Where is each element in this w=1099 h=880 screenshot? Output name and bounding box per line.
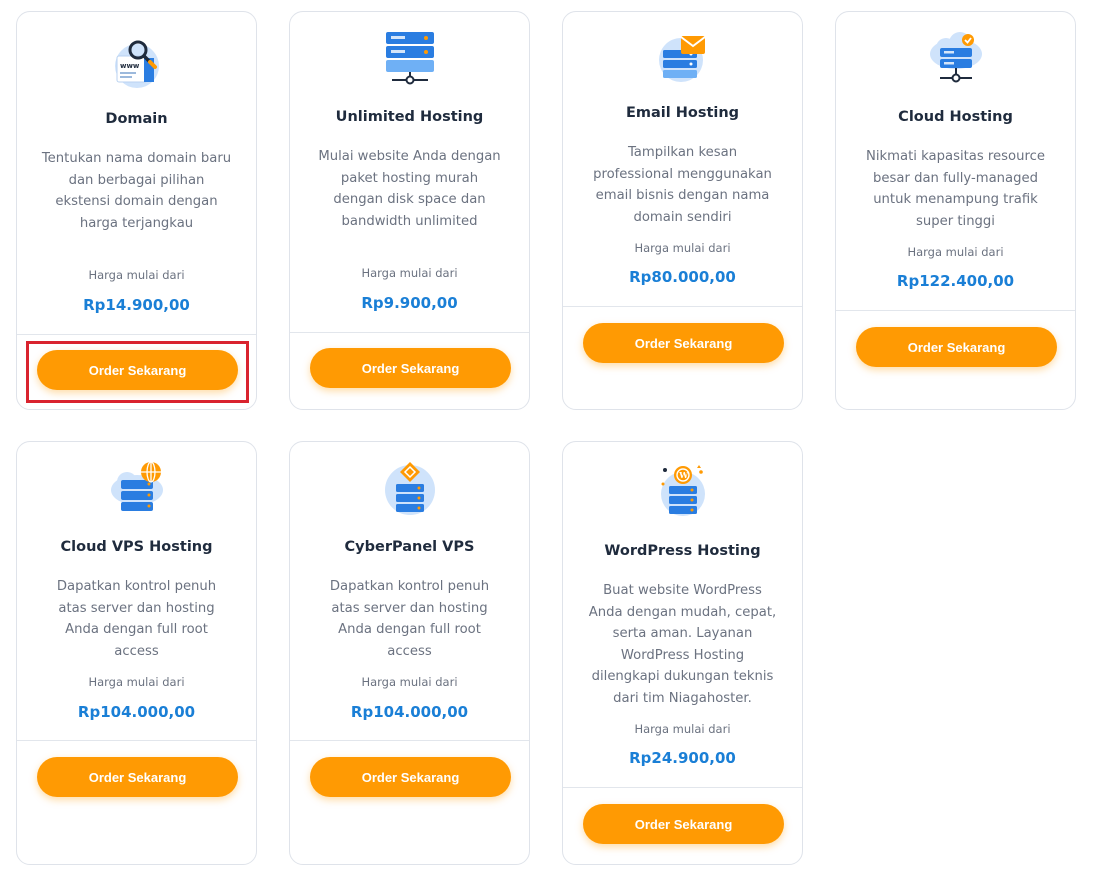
product-card-wordpress-hosting: W WordPress Hosting Buat website WordPre… (562, 441, 803, 865)
price-label: Harga mulai dari (88, 675, 185, 689)
order-button-cloud-hosting[interactable]: Order Sekarang (856, 327, 1057, 367)
product-description: Dapatkan kontrol penuh atas server dan h… (329, 579, 490, 659)
cyberpanel-server-icon (290, 460, 529, 516)
price-label: Harga mulai dari (88, 268, 185, 282)
product-card-email-hosting: Email Hosting Tampilkan kesan profession… (562, 11, 803, 410)
product-price: Rp80.000,00 (629, 268, 736, 286)
card-divider (17, 334, 256, 335)
order-button-cloud-vps-hosting[interactable]: Order Sekarang (37, 757, 238, 797)
product-title: Domain (105, 111, 168, 127)
price-label: Harga mulai dari (634, 722, 731, 736)
price-label: Harga mulai dari (361, 266, 458, 280)
order-button-wordpress-hosting[interactable]: Order Sekarang (583, 804, 784, 844)
price-label: Harga mulai dari (907, 245, 1004, 259)
price-label: Harga mulai dari (634, 241, 731, 255)
card-divider (290, 332, 529, 333)
product-card-cyberpanel-vps: CyberPanel VPS Dapatkan kontrol penuh at… (289, 441, 530, 865)
cloud-network-icon (836, 30, 1075, 86)
product-card-cloud-vps-hosting: Cloud VPS Hosting Dapatkan kontrol penuh… (16, 441, 257, 865)
card-divider (836, 310, 1075, 311)
order-button-domain[interactable]: Order Sekarang (37, 350, 238, 390)
product-title: Cloud Hosting (898, 109, 1013, 125)
cloud-vps-globe-icon (17, 460, 256, 516)
product-description: Nikmati kapasitas resource besar dan ful… (866, 149, 1045, 229)
product-description: Mulai website Anda dengan paket hosting … (318, 149, 501, 229)
product-title: CyberPanel VPS (344, 539, 475, 555)
order-button-email-hosting[interactable]: Order Sekarang (583, 323, 784, 363)
card-divider (563, 306, 802, 307)
order-button-unlimited-hosting[interactable]: Order Sekarang (310, 348, 511, 388)
product-description: Tentukan nama domain baru dan berbagai p… (41, 151, 232, 231)
product-card-unlimited-hosting: Unlimited Hosting Mulai website Anda den… (289, 11, 530, 410)
product-description: Buat website WordPress Anda dengan mudah… (588, 583, 777, 706)
product-card-cloud-hosting: Cloud Hosting Nikmati kapasitas resource… (835, 11, 1076, 410)
order-button-cyberpanel-vps[interactable]: Order Sekarang (310, 757, 511, 797)
product-price: Rp14.900,00 (83, 296, 190, 314)
product-description: Dapatkan kontrol penuh atas server dan h… (56, 579, 217, 659)
product-price: Rp122.400,00 (896, 272, 1015, 290)
server-network-icon (290, 30, 529, 86)
email-server-icon (563, 32, 802, 88)
domain-search-icon: www (17, 36, 256, 92)
svg-text:www: www (120, 62, 140, 70)
product-title: Email Hosting (625, 105, 740, 121)
product-price: Rp9.900,00 (361, 294, 458, 312)
product-title: WordPress Hosting (604, 543, 761, 559)
card-divider (17, 740, 256, 741)
product-price: Rp104.000,00 (77, 703, 196, 721)
price-label: Harga mulai dari (361, 675, 458, 689)
product-price: Rp24.900,00 (629, 749, 736, 767)
svg-text:W: W (678, 470, 689, 480)
product-title: Cloud VPS Hosting (60, 539, 213, 555)
product-title: Unlimited Hosting (335, 109, 484, 125)
product-description: Tampilkan kesan professional menggunakan… (593, 145, 772, 225)
product-price: Rp104.000,00 (350, 703, 469, 721)
product-card-domain: www Domain Tentukan nama domain baru dan… (16, 11, 257, 410)
wordpress-server-icon: W (563, 462, 802, 518)
card-divider (563, 787, 802, 788)
card-divider (290, 740, 529, 741)
